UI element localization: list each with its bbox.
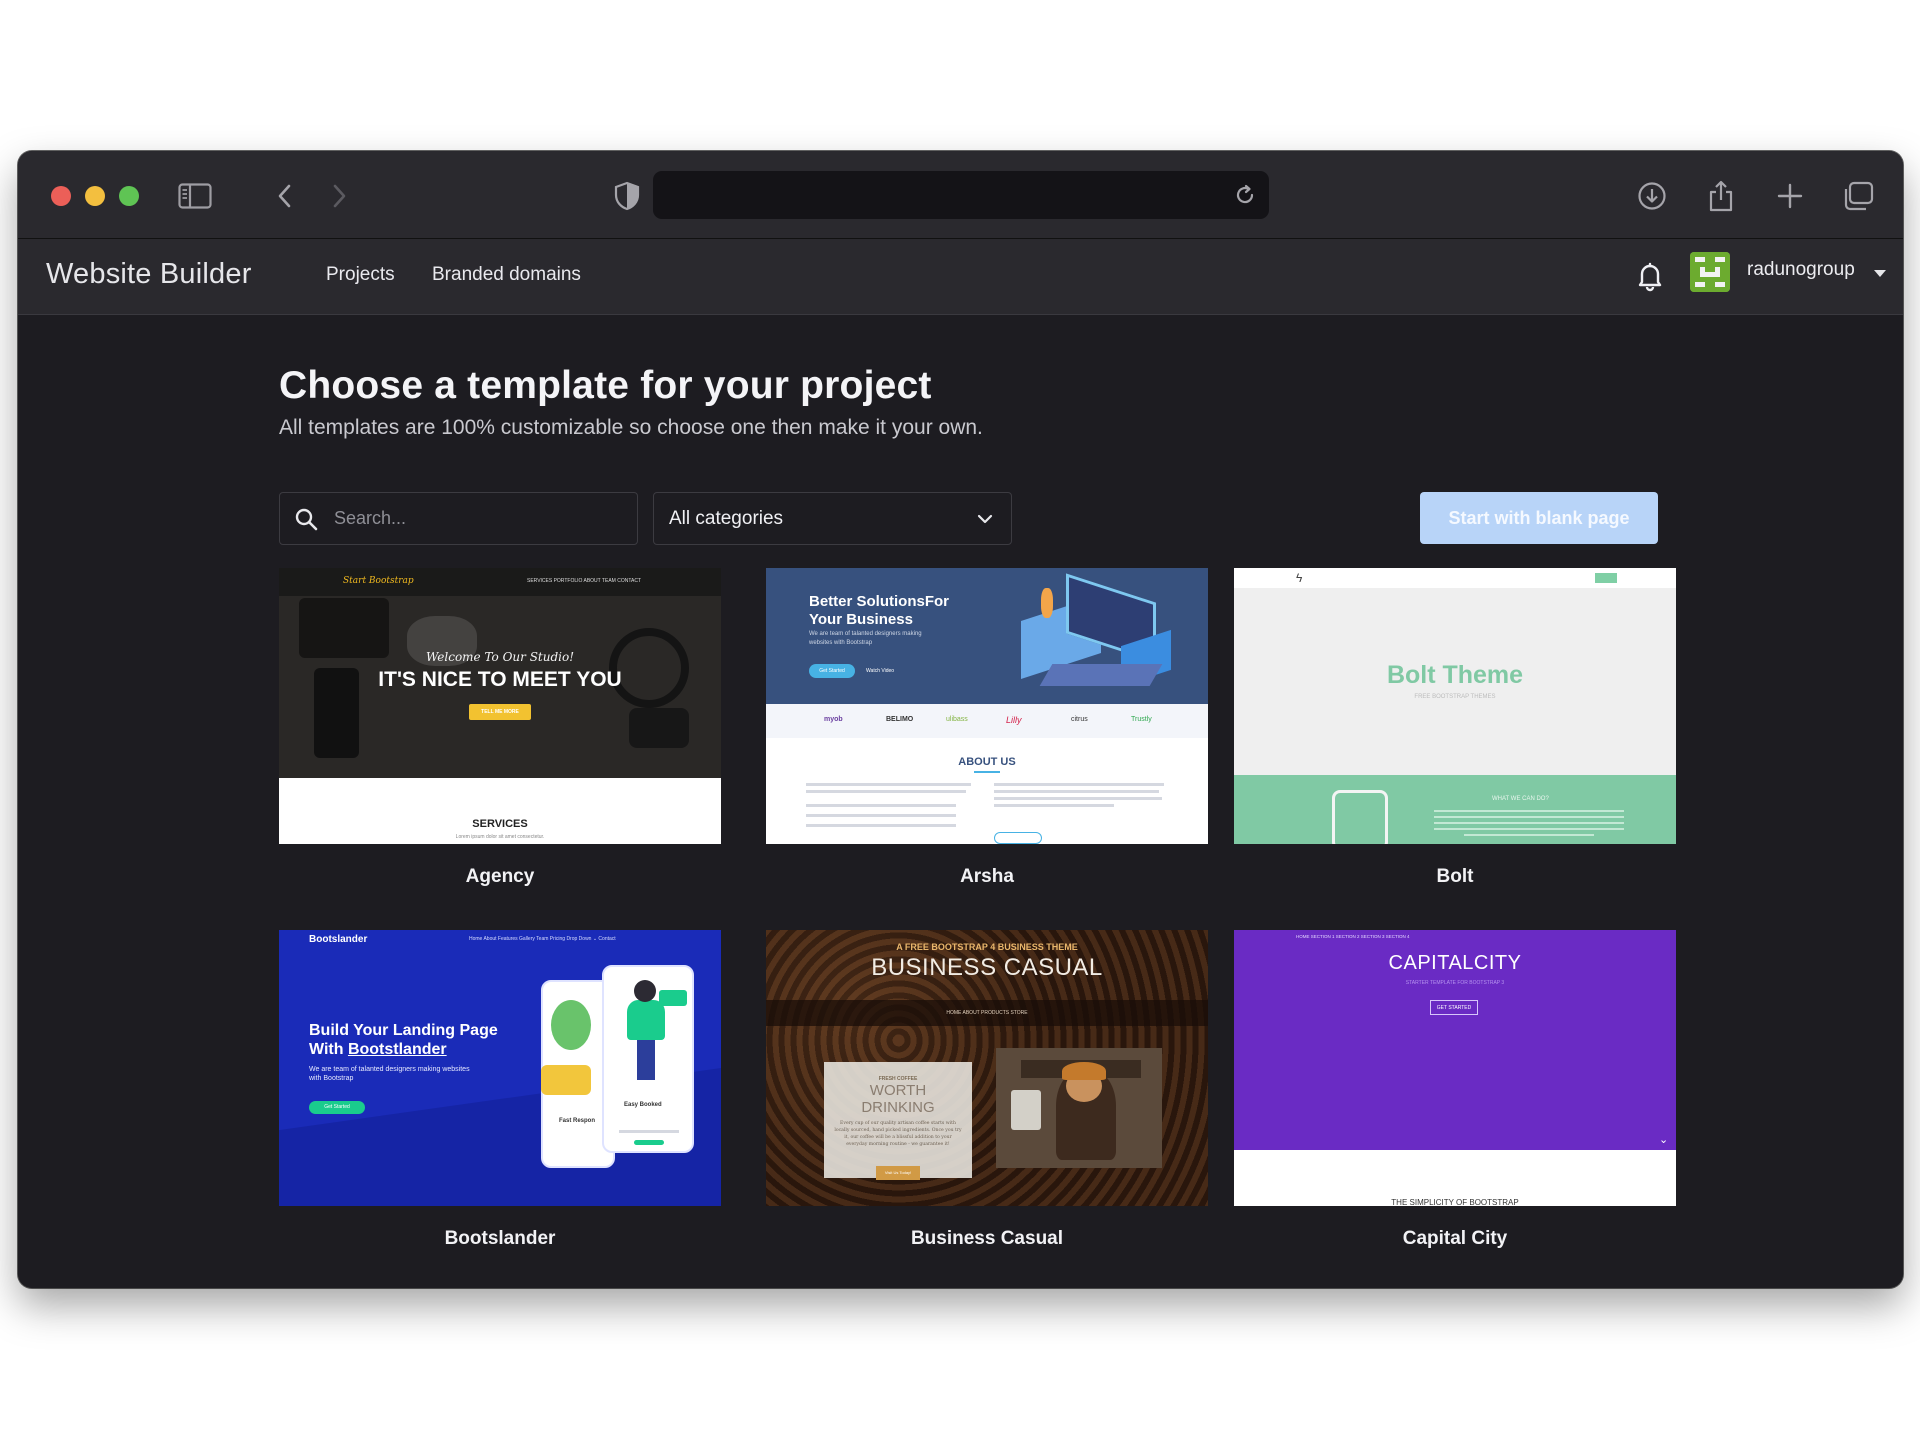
preview-menu: HOME ABOUT PRODUCTS STORE xyxy=(946,1010,1028,1016)
preview-box-title-1: WORTH xyxy=(869,1082,927,1099)
preview-client-logo: ulibass xyxy=(946,716,968,723)
preview-button: Get Started xyxy=(324,1104,350,1110)
preview-client-logo: citrus xyxy=(1071,716,1088,723)
scroll-down-chevron-icon: ⌄ xyxy=(1659,1134,1669,1146)
preview-headline-2: With Bootstlander xyxy=(309,1041,447,1058)
preview-kicker: A FREE BOOTSTRAP 4 BUSINESS THEME xyxy=(896,942,1078,952)
preview-client-logo: Lilly xyxy=(1006,715,1022,725)
zoom-window-button[interactable] xyxy=(119,186,139,206)
notifications-bell-icon[interactable] xyxy=(1634,259,1666,293)
preview-section: SERVICES xyxy=(472,818,528,830)
template-name[interactable]: Agency xyxy=(279,866,721,888)
template-thumbnail[interactable]: Start Bootstrap SERVICES PORTFOLIO ABOUT… xyxy=(279,568,721,844)
browser-toolbar xyxy=(18,151,1903,239)
search-icon xyxy=(295,508,318,531)
preview-headline: BUSINESS CASUAL xyxy=(871,954,1103,981)
preview-section-sub: Lorem ipsum dolor sit amet consectetur. xyxy=(455,834,545,840)
template-name[interactable]: Business Casual xyxy=(766,1228,1208,1250)
share-icon[interactable] xyxy=(1704,179,1738,213)
preview-logo: Start Bootstrap xyxy=(343,576,414,586)
preview-client-logo: Trustly xyxy=(1131,716,1152,723)
preview-tagline-2: with Bootstrap xyxy=(309,1075,354,1082)
category-select-value: All categories xyxy=(669,508,784,529)
page-title: Choose a template for your project xyxy=(279,364,932,407)
brand-logo[interactable]: Website Builder xyxy=(46,258,252,291)
template-thumbnail[interactable]: Bootslander Home About Features Gallery … xyxy=(279,930,721,1206)
user-menu-caret-icon[interactable] xyxy=(1874,270,1886,277)
sidebar-toggle-icon[interactable] xyxy=(178,179,212,213)
preview-box-text: Every cup of our quality artisan coffee … xyxy=(834,1121,962,1147)
preview-section: THE SIMPLICITY OF BOOTSTRAP xyxy=(1391,1198,1519,1206)
preview-headline: CAPITALCITY xyxy=(1388,952,1522,974)
preview-phone-label: Easy Booked xyxy=(624,1102,662,1108)
chevron-down-icon xyxy=(977,514,993,524)
close-window-button[interactable] xyxy=(51,186,71,206)
search-box[interactable] xyxy=(279,492,638,545)
preview-client-logo: myob xyxy=(824,716,843,723)
back-arrow-icon[interactable] xyxy=(268,179,302,213)
preview-section: WHAT WE CAN DO? xyxy=(1492,796,1549,802)
privacy-shield-icon[interactable] xyxy=(610,179,644,213)
app-navbar: Website Builder Projects Branded domains… xyxy=(18,239,1903,315)
category-select[interactable]: All categories xyxy=(653,492,1012,545)
preview-button: TELL ME MORE xyxy=(481,709,519,715)
user-avatar[interactable] xyxy=(1690,252,1730,292)
preview-tagline-1: We are team of talanted designers making… xyxy=(309,1066,470,1073)
preview-headline-2: Your Business xyxy=(809,611,913,628)
preview-menu: SERVICES PORTFOLIO ABOUT TEAM CONTACT xyxy=(527,578,642,584)
preview-headline-1: Better SolutionsFor xyxy=(809,593,950,610)
preview-kicker: Welcome To Our Studio! xyxy=(425,650,575,664)
tab-overview-icon[interactable] xyxy=(1841,179,1875,213)
bolt-logo-icon: ϟ xyxy=(1296,571,1303,585)
template-thumbnail[interactable]: A FREE BOOTSTRAP 4 BUSINESS THEME BUSINE… xyxy=(766,930,1208,1206)
preview-headline-1: Build Your Landing Page xyxy=(309,1022,498,1039)
template-name[interactable]: Capital City xyxy=(1234,1228,1676,1250)
preview-box-button: Visit Us Today! xyxy=(884,1170,912,1175)
minimize-window-button[interactable] xyxy=(85,186,105,206)
browser-window: Website Builder Projects Branded domains… xyxy=(18,151,1903,1288)
preview-section: ABOUT US xyxy=(958,756,1016,768)
forward-arrow-icon[interactable] xyxy=(322,179,356,213)
template-name[interactable]: Arsha xyxy=(766,866,1208,888)
preview-menu: HOME SECTION 1 SECTION 2 SECTION 3 SECTI… xyxy=(1296,934,1410,939)
template-chooser: Choose a template for your project All t… xyxy=(18,316,1903,1288)
downloads-icon[interactable] xyxy=(1635,179,1669,213)
preview-tagline-2: websites with Bootstrap xyxy=(809,640,873,646)
preview-tagline-1: We are team of talanted designers making xyxy=(809,631,922,637)
page-subtitle: All templates are 100% customizable so c… xyxy=(279,416,983,439)
username-label[interactable]: radunogroup xyxy=(1747,259,1855,281)
preview-box-title-2: DRINKING xyxy=(861,1099,935,1116)
preview-video-link: Watch Video xyxy=(866,668,895,674)
preview-headline: IT'S NICE TO MEET YOU xyxy=(378,668,622,691)
preview-phone-label: Fast Respon xyxy=(559,1118,596,1124)
reload-icon[interactable] xyxy=(1233,183,1257,207)
template-thumbnail[interactable]: Better SolutionsFor Your Business We are… xyxy=(766,568,1208,844)
template-thumbnail[interactable]: ϟ Bolt Theme FREE BOOTSTRAP THEMES WHAT … xyxy=(1234,568,1676,844)
preview-button: Get Started xyxy=(819,668,845,674)
template-thumbnail[interactable]: HOME SECTION 1 SECTION 2 SECTION 3 SECTI… xyxy=(1234,930,1676,1206)
template-name[interactable]: Bolt xyxy=(1234,866,1676,888)
preview-client-logo: BELIMO xyxy=(886,716,914,723)
preview-button: GET STARTED xyxy=(1436,1005,1472,1011)
preview-tagline: STARTER TEMPLATE FOR BOOTSTRAP 3 xyxy=(1405,980,1505,986)
nav-projects-link[interactable]: Projects xyxy=(326,264,395,286)
search-input[interactable] xyxy=(334,493,624,544)
preview-tagline: FREE BOOTSTRAP THEMES xyxy=(1414,694,1496,700)
preview-headline: Bolt Theme xyxy=(1386,661,1524,689)
preview-logo: Bootslander xyxy=(309,934,368,945)
template-name[interactable]: Bootslander xyxy=(279,1228,721,1250)
nav-branded-domains-link[interactable]: Branded domains xyxy=(432,264,581,286)
preview-menu: Home About Features Gallery Team Pricing… xyxy=(469,936,616,942)
new-tab-icon[interactable] xyxy=(1773,179,1807,213)
start-blank-page-button[interactable]: Start with blank page xyxy=(1420,492,1658,544)
address-bar[interactable] xyxy=(653,171,1269,219)
